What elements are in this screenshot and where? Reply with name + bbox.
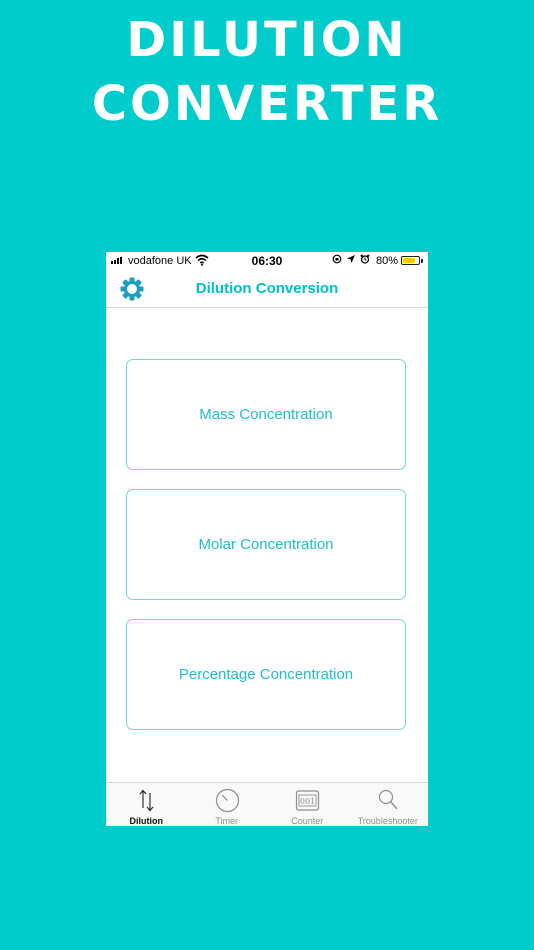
tab-counter-label: Counter (291, 816, 324, 826)
phone-screen: vodafone UK 06:30 80% Dilution Conversio… (106, 252, 428, 826)
battery-level (403, 258, 415, 263)
orientation-lock-icon (332, 254, 342, 264)
mass-concentration-button[interactable]: Mass Concentration (126, 359, 406, 470)
location-arrow-icon (347, 255, 355, 263)
svg-text:001: 001 (300, 797, 315, 806)
status-icons (332, 254, 370, 264)
molar-concentration-button[interactable]: Molar Concentration (126, 489, 406, 600)
up-down-arrows-icon (139, 789, 154, 812)
tab-counter[interactable]: 001 Counter (267, 783, 348, 826)
percentage-concentration-label: Percentage Concentration (178, 666, 354, 683)
tab-troubleshooter-label: Troubleshooter (357, 816, 418, 826)
tab-timer[interactable]: Timer (187, 783, 268, 826)
alarm-clock-icon (360, 254, 370, 264)
percentage-concentration-button[interactable]: Percentage Concentration (126, 619, 406, 730)
navigation-bar: Dilution Conversion (106, 270, 428, 308)
counter-icon: 001 (295, 790, 320, 811)
battery-icon (401, 256, 420, 265)
promo-title-line-2: CONVERTER (91, 76, 443, 132)
page-title: Dilution Conversion (195, 280, 339, 297)
battery-tip (421, 259, 423, 263)
molar-concentration-label: Molar Concentration (198, 536, 334, 553)
tab-troubleshooter[interactable]: Troubleshooter (348, 783, 429, 826)
promo-title: DILUTION CONVERTER (0, 8, 534, 136)
tab-timer-label: Timer (215, 816, 239, 826)
battery-percent: 80% (376, 255, 399, 267)
promo-title-line-1: DILUTION (126, 12, 408, 68)
status-bar: vodafone UK 06:30 80% (106, 252, 428, 270)
stopwatch-icon (215, 788, 239, 813)
tab-dilution-label: Dilution (129, 816, 164, 826)
mass-concentration-label: Mass Concentration (199, 406, 333, 423)
magnifier-icon (378, 789, 398, 810)
tab-bar: Dilution Timer 001 Counter Troubleshoote… (106, 782, 428, 826)
tab-dilution[interactable]: Dilution (106, 783, 187, 826)
